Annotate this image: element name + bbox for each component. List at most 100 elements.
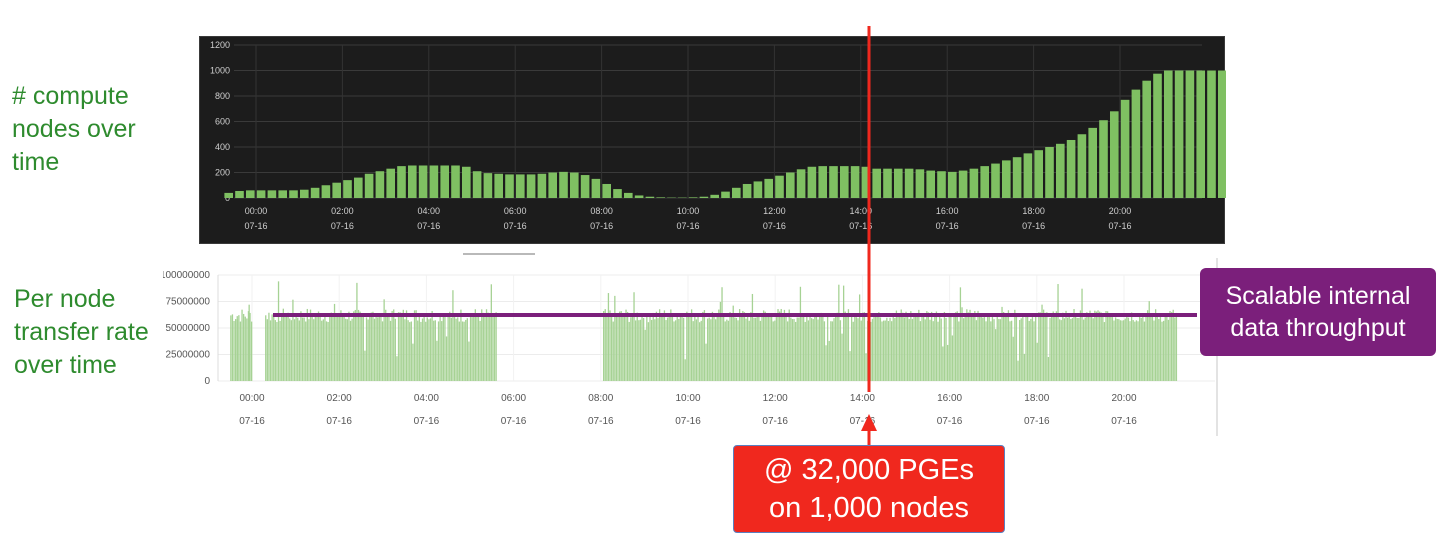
transfer-rate-bar	[961, 307, 963, 381]
transfer-rate-bar	[822, 315, 824, 381]
transfer-rate-bar	[471, 317, 473, 381]
transfer-rate-bar	[404, 319, 406, 381]
compute-nodes-bar	[483, 173, 493, 198]
transfer-rate-bar	[778, 311, 781, 381]
transfer-rate-bar	[719, 301, 722, 381]
transfer-rate-bar	[734, 317, 736, 381]
transfer-rate-bar	[998, 319, 1000, 381]
top-y-tick-label: 400	[215, 142, 230, 152]
transfer-rate-bar	[953, 316, 955, 381]
top-x-tick-time: 16:00	[936, 206, 959, 216]
transfer-rate-bar	[836, 312, 838, 381]
transfer-rate-bar	[756, 314, 758, 381]
transfer-rate-bar	[1159, 315, 1162, 381]
transfer-rate-bar	[676, 315, 678, 381]
compute-nodes-bar	[948, 171, 957, 198]
bottom-x-tick-date: 07-16	[501, 416, 527, 427]
transfer-rate-bar	[606, 314, 608, 381]
top-x-tick-date: 07-16	[1022, 221, 1045, 231]
transfer-rate-bar	[412, 343, 414, 381]
compute-nodes-bar	[1110, 111, 1119, 198]
compute-nodes-bar	[937, 171, 946, 198]
transfer-rate-bar	[1022, 314, 1024, 381]
transfer-rate-bar	[654, 319, 656, 381]
transfer-rate-bar	[607, 293, 610, 381]
transfer-rate-bar	[670, 309, 672, 381]
top-x-tick-date: 07-16	[590, 221, 613, 231]
transfer-rate-bar	[1095, 311, 1098, 381]
compute-nodes-bar	[894, 168, 903, 198]
transfer-rate-bar	[802, 314, 805, 381]
top-x-tick-date: 07-16	[763, 221, 786, 231]
transfer-rate-bar	[1020, 318, 1022, 381]
compute-nodes-bar	[559, 171, 568, 198]
transfer-rate-bar	[932, 321, 934, 381]
transfer-rate-bar	[273, 315, 275, 381]
transfer-rate-bar	[495, 312, 497, 381]
transfer-rate-bar	[359, 311, 361, 381]
transfer-rate-bar	[922, 316, 925, 381]
transfer-rate-bar	[818, 313, 821, 381]
transfer-rate-bar	[346, 319, 348, 381]
transfer-rate-bar	[665, 320, 667, 381]
transfer-rate-bar	[631, 315, 634, 381]
transfer-rate-bar	[1129, 321, 1131, 381]
transfer-rate-bar	[948, 316, 950, 381]
transfer-rate-bar	[356, 282, 358, 381]
transfer-rate-bar	[279, 320, 281, 381]
transfer-rate-bar	[666, 317, 669, 381]
transfer-rate-bar	[434, 320, 436, 381]
compute-nodes-bar	[1066, 139, 1076, 198]
compute-nodes-bar	[235, 190, 244, 198]
compute-nodes-bar	[850, 166, 860, 198]
compute-nodes-bar	[775, 175, 784, 198]
transfer-rate-bar	[793, 319, 795, 381]
transfer-rate-bar	[620, 311, 622, 381]
transfer-rate-bar	[311, 315, 313, 381]
transfer-rate-bar	[834, 316, 837, 381]
transfer-rate-bar	[271, 314, 273, 381]
transfer-rate-bar	[1039, 312, 1042, 381]
transfer-rate-bar	[623, 316, 626, 381]
bottom-x-tick-date: 07-16	[588, 416, 614, 427]
throughput-callout: Scalable internal data throughput	[1200, 268, 1436, 356]
transfer-rate-bar	[746, 314, 749, 381]
transfer-rate-bar	[854, 313, 856, 381]
transfer-rate-bar	[477, 316, 480, 381]
transfer-rate-bar	[431, 310, 433, 381]
transfer-rate-bar	[243, 313, 245, 381]
top-x-tick-date: 07-16	[1108, 221, 1131, 231]
transfer-rate-bar	[365, 317, 368, 381]
transfer-rate-bar	[1161, 321, 1163, 381]
compute-nodes-bar	[753, 181, 763, 198]
transfer-rate-bar	[1140, 317, 1142, 381]
transfer-rate-bar	[769, 313, 771, 381]
transfer-rate-bar	[317, 311, 320, 381]
compute-nodes-bar	[796, 169, 806, 198]
bottom-y-tick-label: 25000000	[166, 350, 211, 361]
transfer-rate-bar	[713, 315, 715, 381]
transfer-rate-bar	[850, 313, 853, 381]
transfer-rate-bar	[694, 316, 696, 381]
transfer-rate-bar	[865, 353, 867, 381]
transfer-rate-bar	[807, 320, 810, 381]
transfer-rate-bar	[852, 321, 854, 381]
transfer-rate-bar	[1070, 318, 1072, 381]
transfer-rate-bar	[1164, 313, 1166, 381]
transfer-rate-bar	[716, 313, 718, 381]
transfer-rate-bar	[929, 319, 931, 381]
compute-nodes-bar	[991, 163, 1000, 198]
bottom-x-tick-date: 07-16	[414, 416, 440, 427]
transfer-rate-bar	[385, 309, 387, 381]
compute-nodes-bar	[1099, 120, 1108, 198]
transfer-rate-bar	[617, 316, 619, 381]
transfer-rate-bar	[1138, 313, 1141, 381]
top-x-tick-date: 07-16	[417, 221, 440, 231]
transfer-rate-bar	[321, 320, 323, 381]
transfer-rate-bar	[919, 321, 922, 381]
bottom-x-tick-time: 08:00	[588, 393, 613, 404]
transfer-rate-bar	[1090, 314, 1093, 381]
transfer-rate-bar	[303, 317, 305, 381]
transfer-rate-bar	[1018, 319, 1021, 381]
transfer-rate-bar	[994, 329, 997, 381]
